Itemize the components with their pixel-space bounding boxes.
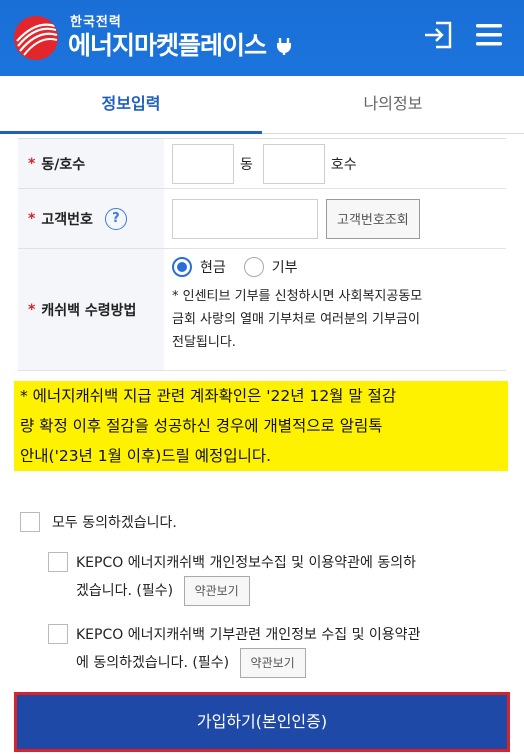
brand-title[interactable]: 에너지마켓플레이스 — [68, 26, 294, 62]
agree-item-donation: KEPCO 에너지캐쉬백 기부관련 개인정보 수집 및 이용약관 에 동의하겠습… — [48, 622, 508, 678]
agree-item-privacy: KEPCO 에너지캐쉬백 개인정보수집 및 이용약관에 동의하 겠습니다. (필… — [48, 550, 508, 606]
dong-unit: 동 — [240, 156, 253, 173]
agree-all[interactable]: 모두 동의하겠습니다. — [20, 512, 177, 532]
address-label: * 동/호수 — [18, 139, 164, 188]
notice-line: * 에너지캐쉬백 지급 관련 계좌확인은 '22년 12월 말 절감 — [20, 387, 397, 405]
kepco-logo-icon — [14, 16, 58, 60]
tab-bar: 정보입력 나의정보 — [0, 76, 524, 134]
customer-no-label: * 고객번호 ? — [18, 189, 164, 248]
agree-donation-checkbox[interactable] — [48, 624, 68, 644]
agree-privacy-line2-wrap: 겠습니다. (필수) 약관보기 — [76, 576, 508, 606]
customer-no-input[interactable] — [172, 198, 318, 239]
dong-input[interactable] — [172, 143, 234, 184]
cashback-method-content: 현금 기부 * 인센티브 기부를 신청하시면 사회복지공동모 금회 사랑의 열매… — [164, 249, 506, 370]
donation-note: * 인센티브 기부를 신청하시면 사회복지공동모 금회 사랑의 열매 기부처로 … — [172, 285, 422, 354]
radio-cash[interactable] — [172, 257, 192, 277]
agree-privacy-line2: 겠습니다. (필수) — [76, 583, 174, 599]
radio-group: 현금 기부 — [172, 257, 316, 277]
customer-no-lookup-button[interactable]: 고객번호조회 — [326, 198, 420, 239]
address-inputs: 동 호수 — [164, 139, 506, 188]
notice-line: 량 확정 이후 절감을 성공하신 경우에 개별적으로 알림톡 — [20, 417, 383, 435]
login-icon[interactable] — [422, 18, 456, 52]
signup-form: * 동/호수 동 호수 * 고객번호 ? 고객번호조회 * 캐쉬백 수령방법 현… — [18, 138, 506, 371]
address-label-text: 동/호수 — [41, 156, 86, 173]
cashback-method-row: * 캐쉬백 수령방법 현금 기부 * 인센티브 기부를 신청하시면 사회복지공동… — [18, 249, 506, 371]
app-header: 한국전력 에너지마켓플레이스 — [0, 0, 524, 76]
tab-my-info[interactable]: 나의정보 — [262, 76, 524, 134]
required-mark: * — [28, 155, 36, 172]
agree-privacy-text: KEPCO 에너지캐쉬백 개인정보수집 및 이용약관에 동의하 겠습니다. (필… — [76, 550, 508, 606]
view-terms-button[interactable]: 약관보기 — [183, 576, 250, 606]
radio-donation[interactable] — [243, 257, 264, 277]
agree-all-label[interactable]: 모두 동의하겠습니다. — [52, 512, 177, 532]
donation-note-line: * 인센티브 기부를 신청하시면 사회복지공동모 — [172, 289, 423, 304]
cashback-method-label: * 캐쉬백 수령방법 — [18, 249, 164, 370]
donation-note-line: 금회 사랑의 열매 기부처로 여러분의 기부금이 — [172, 312, 420, 327]
help-icon[interactable]: ? — [104, 207, 127, 230]
required-mark: * — [28, 210, 36, 227]
radio-cash-label[interactable]: 현금 — [200, 257, 226, 277]
ho-input[interactable] — [262, 143, 325, 184]
view-terms-button[interactable]: 약관보기 — [239, 648, 306, 678]
cashback-method-label-text: 캐쉬백 수령방법 — [41, 302, 137, 319]
agree-all-checkbox[interactable] — [20, 512, 40, 532]
agree-donation-line1: KEPCO 에너지캐쉬백 기부관련 개인정보 수집 및 이용약관 — [76, 627, 421, 643]
customer-no-label-text: 고객번호 — [41, 211, 93, 228]
agree-donation-text: KEPCO 에너지캐쉬백 기부관련 개인정보 수집 및 이용약관 에 동의하겠습… — [76, 622, 508, 678]
required-mark: * — [28, 301, 36, 318]
agree-privacy-checkbox[interactable] — [48, 552, 68, 572]
agree-donation-line2-wrap: 에 동의하겠습니다. (필수) 약관보기 — [76, 648, 508, 678]
account-notice: * 에너지캐쉬백 지급 관련 계좌확인은 '22년 12월 말 절감 량 확정 … — [14, 381, 508, 471]
power-plug-icon — [276, 38, 291, 55]
notice-line: 안내('23년 1월 이후)드릴 예정입니다. — [20, 447, 272, 465]
donation-note-line: 전달됩니다. — [172, 335, 236, 350]
brand-title-text: 에너지마켓플레이스 — [68, 31, 274, 60]
address-row: * 동/호수 동 호수 — [18, 139, 506, 189]
submit-highlight: 가입하기(본인인증) — [14, 692, 510, 752]
agree-privacy-line1: KEPCO 에너지캐쉬백 개인정보수집 및 이용약관에 동의하 — [76, 555, 416, 571]
agree-donation-line2: 에 동의하겠습니다. (필수) — [76, 655, 230, 671]
tab-info-input[interactable]: 정보입력 — [0, 76, 262, 134]
customer-no-inputs: 고객번호조회 — [164, 189, 506, 248]
signup-submit-button[interactable]: 가입하기(본인인증) — [17, 695, 507, 749]
ho-unit: 호수 — [330, 156, 357, 173]
hamburger-menu-icon[interactable] — [472, 18, 506, 52]
customer-no-row: * 고객번호 ? 고객번호조회 — [18, 189, 506, 249]
radio-donation-label[interactable]: 기부 — [272, 257, 298, 277]
